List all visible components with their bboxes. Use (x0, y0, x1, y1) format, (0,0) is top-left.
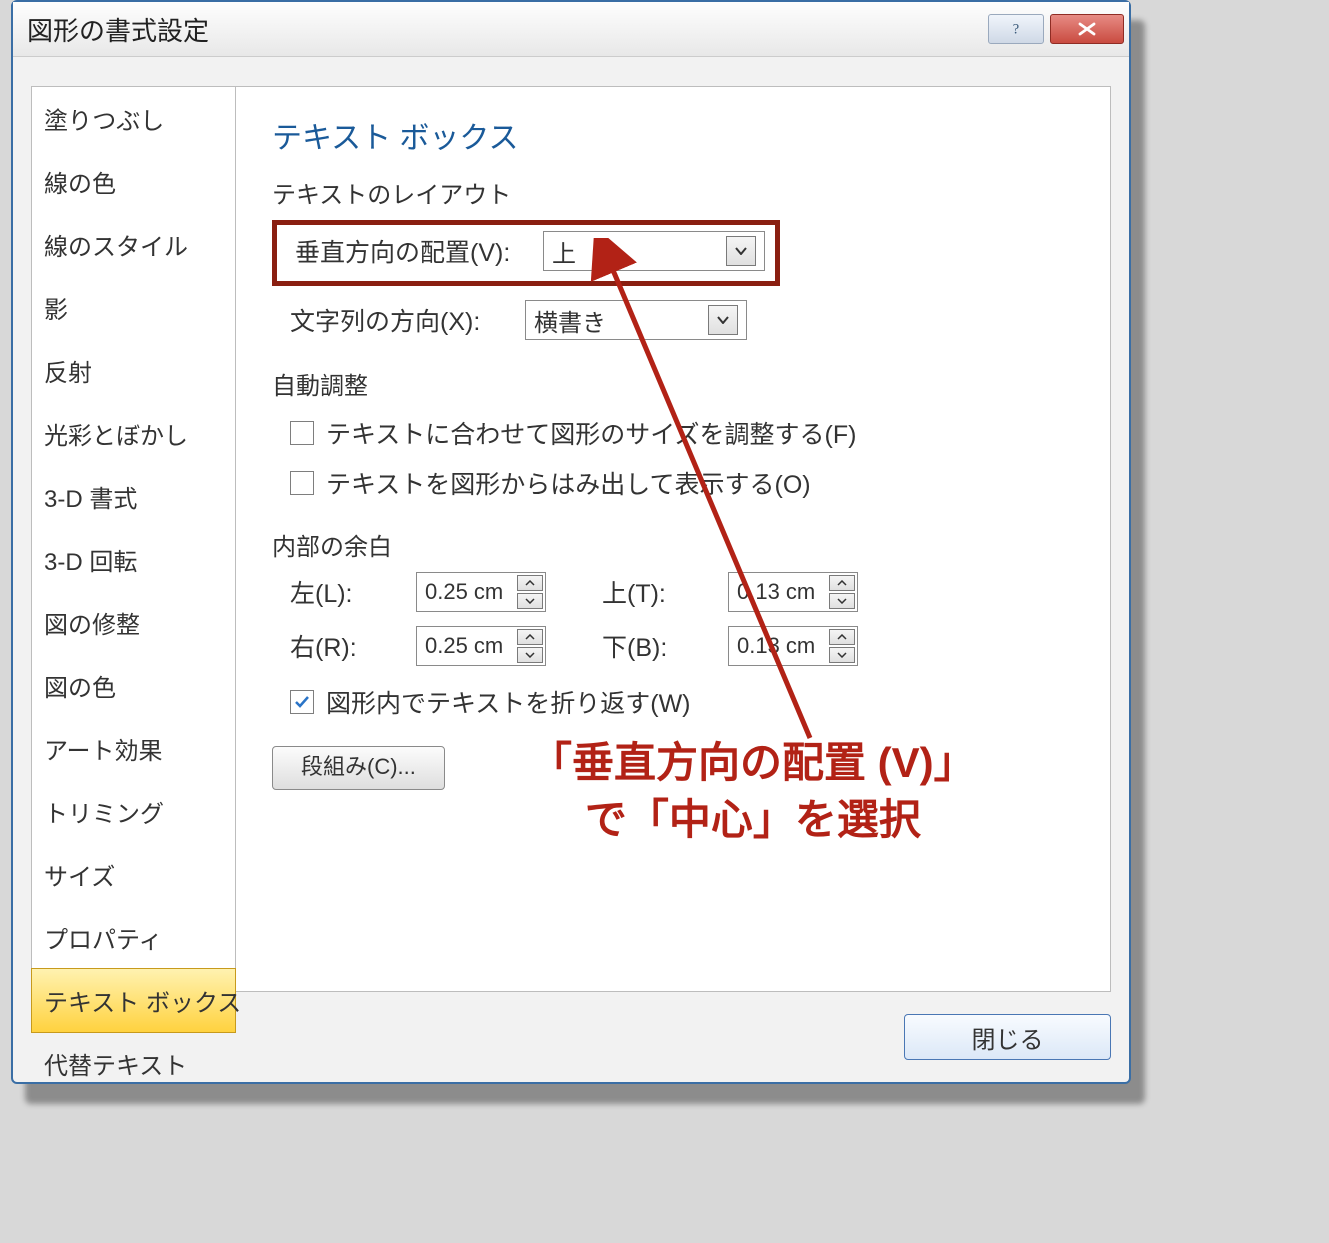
sidebar-item-3d-rotation[interactable]: 3-D 回転 (32, 528, 235, 591)
textdir-label: 文字列の方向(X): (290, 302, 525, 338)
columns-button[interactable]: 段組み(C)... (272, 746, 445, 790)
spinner-icon (829, 629, 855, 663)
sidebar-item-crop[interactable]: トリミング (32, 780, 235, 843)
layout-section-label: テキストのレイアウト (272, 175, 1086, 210)
help-button[interactable]: ? (988, 14, 1044, 44)
panel-heading: テキスト ボックス (272, 113, 1086, 157)
annotation-text: 「垂直方向の配置 (V)」 で「中心」を選択 (530, 735, 976, 848)
sidebar-item-artistic[interactable]: アート効果 (32, 717, 235, 780)
sidebar-item-size[interactable]: サイズ (32, 843, 235, 906)
sidebar-item-alttext[interactable]: 代替テキスト (32, 1032, 235, 1095)
spinner-icon (829, 575, 855, 609)
svg-text:?: ? (1013, 22, 1019, 38)
textdir-combo[interactable]: 横書き (525, 300, 747, 340)
spinner-icon (517, 575, 543, 609)
margin-right-input[interactable]: 0.25 cm (416, 626, 546, 666)
valign-value: 上 (552, 234, 576, 269)
textbox-panel: テキスト ボックス テキストのレイアウト 垂直方向の配置(V): 上 文字列の方… (236, 86, 1111, 992)
dialog-title: 図形の書式設定 (27, 11, 209, 48)
autofit-shape-label: テキストに合わせて図形のサイズを調整する(F) (326, 415, 856, 451)
format-shape-dialog: 図形の書式設定 ? 塗りつぶし 線の色 線のスタイル 影 反射 光彩とぼかし 3… (11, 0, 1131, 1084)
sidebar-item-pic-correct[interactable]: 図の修整 (32, 591, 235, 654)
sidebar-item-line-color[interactable]: 線の色 (32, 150, 235, 213)
wrap-label: 図形内でテキストを折り返す(W) (326, 684, 691, 720)
sidebar-item-line-style[interactable]: 線のスタイル (32, 213, 235, 276)
dropdown-arrow-icon (708, 305, 738, 335)
window-close-button[interactable] (1050, 14, 1124, 44)
titlebar: 図形の書式設定 ? (13, 2, 1129, 57)
margin-bottom-input[interactable]: 0.13 cm (728, 626, 858, 666)
close-button[interactable]: 閉じる (904, 1014, 1111, 1060)
valign-label: 垂直方向の配置(V): (295, 233, 543, 269)
margin-top-label: 上(T): (602, 574, 702, 610)
sidebar-item-3d-format[interactable]: 3-D 書式 (32, 465, 235, 528)
valign-highlight: 垂直方向の配置(V): 上 (272, 220, 780, 286)
sidebar-item-fill[interactable]: 塗りつぶし (32, 87, 235, 150)
margin-section-label: 内部の余白 (272, 527, 1086, 562)
textdir-value: 横書き (534, 303, 606, 338)
autofit-shape-checkbox[interactable] (290, 421, 314, 445)
autofit-overflow-label: テキストを図形からはみ出して表示する(O) (326, 465, 811, 501)
margin-top-input[interactable]: 0.13 cm (728, 572, 858, 612)
sidebar-item-textbox[interactable]: テキスト ボックス (31, 968, 236, 1033)
sidebar-item-property[interactable]: プロパティ (32, 906, 235, 969)
autofit-section-label: 自動調整 (272, 366, 1086, 401)
margin-right-label: 右(R): (290, 628, 390, 664)
dropdown-arrow-icon (726, 236, 756, 266)
sidebar-item-glow[interactable]: 光彩とぼかし (32, 402, 235, 465)
sidebar-item-reflection[interactable]: 反射 (32, 339, 235, 402)
margin-left-label: 左(L): (290, 574, 390, 610)
sidebar-item-pic-color[interactable]: 図の色 (32, 654, 235, 717)
margin-bottom-label: 下(B): (602, 628, 702, 664)
spinner-icon (517, 629, 543, 663)
category-sidebar: 塗りつぶし 線の色 線のスタイル 影 反射 光彩とぼかし 3-D 書式 3-D … (31, 86, 236, 992)
wrap-checkbox[interactable] (290, 690, 314, 714)
margin-left-input[interactable]: 0.25 cm (416, 572, 546, 612)
autofit-overflow-checkbox[interactable] (290, 471, 314, 495)
sidebar-item-shadow[interactable]: 影 (32, 276, 235, 339)
valign-combo[interactable]: 上 (543, 231, 765, 271)
